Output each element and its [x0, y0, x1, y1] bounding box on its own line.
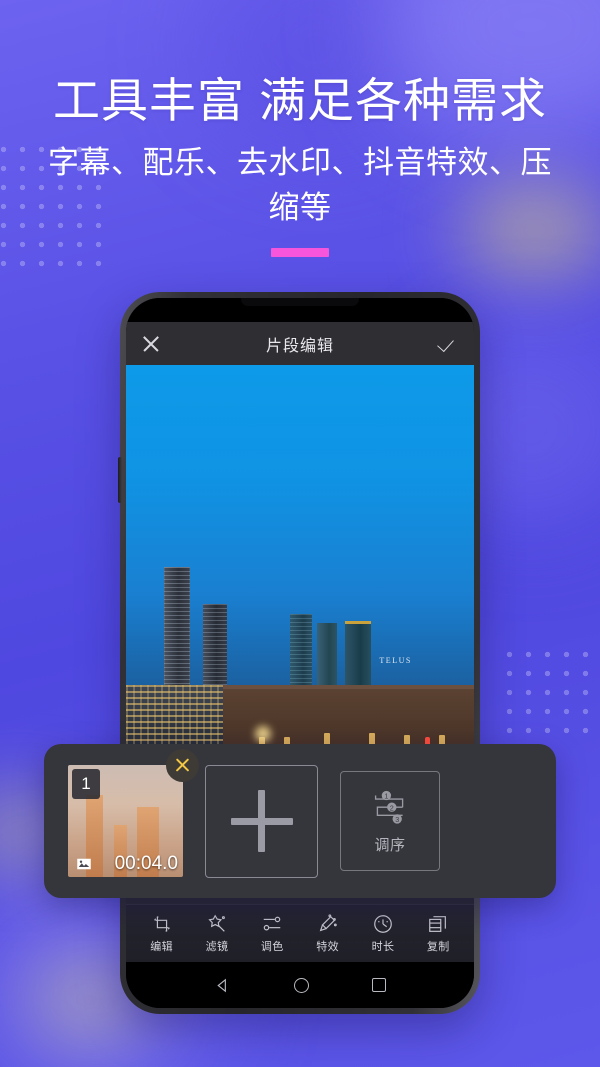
tool-label: 特效	[316, 941, 340, 953]
duplicate-frames-icon	[429, 916, 447, 932]
clip-thumbnail[interactable]: 1 00:04.0	[68, 749, 199, 877]
edit-toolbar: 编辑 滤镜 调色 特效 时长 复制	[126, 904, 474, 962]
crop-rotate-icon	[153, 916, 170, 932]
reorder-flow-icon: 1 2 3	[374, 790, 404, 824]
street-lamp-glow	[254, 725, 271, 742]
promo-text-block: 工具丰富 满足各种需求 字幕、配乐、去水印、抖音特效、压缩等	[0, 72, 600, 258]
page-title: 工具丰富 满足各种需求	[52, 74, 548, 127]
clip-list-panel: 1 00:04.0 1 2 3 调序	[44, 744, 556, 898]
tool-label: 编辑	[150, 941, 174, 953]
svg-text:1: 1	[384, 791, 388, 800]
svg-text:2: 2	[390, 803, 394, 812]
phone-mockup: 片段编辑 TELUS 编辑 滤镜 调色 特效 时长 复制	[118, 292, 480, 1014]
tool-duration[interactable]: 时长	[358, 913, 408, 954]
circle-home-icon[interactable]	[293, 977, 309, 993]
phone-screen: 片段编辑 TELUS 编辑 滤镜 调色 特效 时长 复制	[126, 298, 474, 1008]
reorder-label: 调序	[374, 836, 406, 854]
tool-copy[interactable]: 复制	[413, 913, 463, 954]
close-icon[interactable]	[140, 333, 162, 355]
page-subtitle: 字幕、配乐、去水印、抖音特效、压缩等	[48, 145, 552, 226]
svg-text:3: 3	[395, 815, 399, 824]
image-icon	[77, 858, 91, 870]
tool-filter[interactable]: 滤镜	[192, 913, 242, 954]
confirm-check-icon[interactable]	[438, 333, 460, 355]
tool-color[interactable]: 调色	[247, 913, 297, 954]
clip-duration: 00:04.0	[114, 853, 178, 874]
dot-grid-right	[500, 645, 597, 743]
app-title: 片段编辑	[265, 337, 334, 355]
square-recents-icon[interactable]	[372, 978, 387, 992]
clip-thumbnail-footer: 00:04.0	[68, 853, 183, 875]
effects-broom-icon	[319, 914, 337, 932]
telus-sign-text: TELUS	[379, 656, 412, 666]
tool-label: 时长	[371, 941, 395, 953]
app-topbar: 片段编辑	[126, 322, 474, 365]
speedometer-icon	[374, 915, 392, 933]
triangle-back-icon[interactable]	[214, 977, 231, 994]
accent-underline	[271, 248, 329, 258]
phone-volume-button	[118, 457, 122, 503]
clip-delete-button[interactable]	[166, 749, 199, 782]
android-navigation-bar	[126, 962, 474, 1008]
tool-effects[interactable]: 特效	[303, 913, 353, 954]
reorder-clips-button[interactable]: 1 2 3 调序	[340, 771, 440, 871]
sliders-icon	[264, 916, 281, 931]
add-clip-button[interactable]	[205, 764, 318, 878]
magic-wand-icon	[208, 914, 225, 932]
tool-label: 滤镜	[205, 941, 229, 953]
tool-edit[interactable]: 编辑	[137, 913, 187, 954]
phone-notch	[241, 298, 359, 306]
tool-label: 调色	[260, 941, 284, 953]
clip-index-badge: 1	[72, 769, 100, 799]
tool-label: 复制	[426, 941, 450, 953]
